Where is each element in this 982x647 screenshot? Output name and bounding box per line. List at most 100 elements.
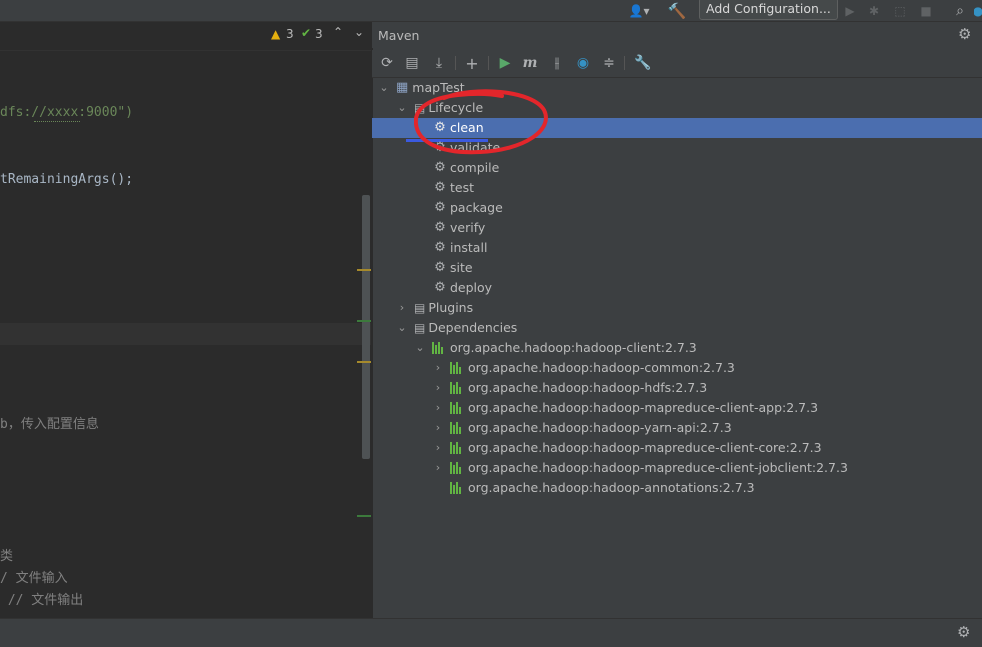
caret-line-highlight (0, 323, 371, 345)
build-hammer-icon[interactable]: 🔨 (666, 0, 688, 21)
dependency-label: org.apache.hadoop:hadoop-mapreduce-clien… (468, 460, 848, 475)
warning-marker[interactable] (357, 361, 371, 363)
dependency-node[interactable]: › org.apache.hadoop:hadoop-mapreduce-clie… (432, 438, 822, 458)
code-comment: / 文件输入 (0, 571, 68, 586)
wrench-icon[interactable]: 🔧 (632, 50, 654, 76)
chevron-down-icon[interactable]: ⌄ (378, 78, 390, 98)
debug-icon[interactable]: ✱ (864, 0, 884, 21)
check-icon[interactable]: ✔ (301, 26, 311, 40)
dependency-node[interactable]: › org.apache.hadoop:hadoop-hdfs:2.7.3 (432, 378, 707, 398)
lifecycle-item-verify[interactable]: ⚙ verify (432, 218, 485, 238)
dependency-label: org.apache.hadoop:hadoop-mapreduce-clien… (468, 440, 822, 455)
add-maven-project-icon[interactable]: ▤ (401, 50, 423, 76)
change-marker[interactable] (357, 320, 371, 322)
settings-gear-icon[interactable]: ⚙ (958, 25, 971, 43)
lifecycle-item-label: install (450, 240, 488, 255)
lifecycle-item-deploy[interactable]: ⚙ deploy (432, 278, 492, 298)
top-toolbar: 👤▾ 🔨 Add Configuration... ▶ ✱ ⬚ ■ ⌕ ● (0, 0, 982, 22)
next-highlight-icon[interactable]: ⌄ (354, 25, 364, 39)
lifecycle-item-install[interactable]: ⚙ install (432, 238, 487, 258)
search-icon[interactable]: ⌕ (950, 0, 970, 21)
change-marker[interactable] (357, 515, 371, 517)
typo-underline (34, 120, 80, 122)
dependency-icon (450, 442, 464, 454)
add-configuration-button[interactable]: Add Configuration... (699, 0, 838, 20)
reload-icon[interactable]: ⟳ (376, 50, 398, 76)
code-comment: // 文件输出 (0, 593, 84, 608)
lifecycle-item-label: verify (450, 220, 486, 235)
chevron-right-icon[interactable]: › (396, 298, 408, 318)
toolbar-divider (488, 56, 489, 70)
chevron-down-icon[interactable]: ⌄ (414, 338, 426, 358)
gear-icon: ⚙ (434, 280, 446, 295)
lifecycle-item-label: package (450, 200, 503, 215)
dependency-node[interactable]: org.apache.hadoop:hadoop-annotations:2.7… (432, 478, 755, 498)
dependency-label: org.apache.hadoop:hadoop-hdfs:2.7.3 (468, 380, 708, 395)
dependency-icon (450, 382, 464, 394)
code-comment: b，传入配置信息 (0, 417, 99, 432)
chevron-right-icon[interactable]: › (432, 378, 444, 398)
warning-icon[interactable]: ▲ (271, 27, 280, 41)
dependency-node[interactable]: › org.apache.hadoop:hadoop-yarn-api:2.7.3 (432, 418, 732, 438)
code-text: tRemainingArgs(); (0, 172, 134, 187)
toolbar-divider (455, 56, 456, 70)
execute-maven-goal-icon[interactable]: m (519, 50, 541, 76)
dependencies-folder-icon: ▤ (414, 321, 426, 335)
lifecycle-item-compile[interactable]: ⚙ compile (432, 158, 499, 178)
stop-icon[interactable]: ■ (916, 0, 936, 21)
dependency-icon (450, 402, 464, 414)
previous-highlight-icon[interactable]: ⌃ (333, 25, 343, 39)
updates-icon[interactable]: ● (974, 0, 982, 21)
dependency-node[interactable]: › org.apache.hadoop:hadoop-mapreduce-clie… (432, 398, 818, 418)
plus-icon[interactable]: + (461, 50, 483, 76)
lifecycle-item-package[interactable]: ⚙ package (432, 198, 503, 218)
chevron-right-icon[interactable]: › (432, 398, 444, 418)
download-sources-icon[interactable]: ⤓ (428, 50, 450, 76)
dependency-icon (450, 362, 464, 374)
toolbar-divider (624, 56, 625, 70)
status-bar: ⚙ (0, 618, 982, 647)
gear-icon: ⚙ (434, 220, 446, 235)
collapse-all-icon[interactable]: ≑ (598, 50, 620, 76)
dependency-icon (450, 422, 464, 434)
tree-node-dependencies[interactable]: ⌄ ▤ Dependencies (396, 318, 517, 338)
status-settings-gear-icon[interactable]: ⚙ (957, 623, 970, 641)
dependency-icon (432, 342, 446, 354)
dependency-node[interactable]: › org.apache.hadoop:hadoop-common:2.7.3 (432, 358, 735, 378)
dependency-label: org.apache.hadoop:hadoop-common:2.7.3 (468, 360, 735, 375)
gear-icon: ⚙ (434, 240, 446, 255)
dependency-node[interactable]: › org.apache.hadoop:hadoop-mapreduce-clie… (432, 458, 848, 478)
lifecycle-item-label: site (450, 260, 473, 275)
run-icon[interactable]: ▶ (840, 0, 860, 21)
skip-tests-icon[interactable]: ◉ (572, 50, 594, 76)
gear-icon: ⚙ (434, 200, 446, 215)
profile-icon[interactable]: ⬚ (890, 0, 910, 21)
dependency-label: org.apache.hadoop:hadoop-mapreduce-clien… (468, 400, 819, 415)
check-count: 3 (315, 27, 323, 41)
user-account-icon[interactable]: 👤▾ (624, 0, 654, 21)
dependency-node[interactable]: ⌄ org.apache.hadoop:hadoop-client:2.7.3 (414, 338, 697, 358)
dependency-label: org.apache.hadoop:hadoop-client:2.7.3 (450, 340, 697, 355)
lifecycle-item-label: test (450, 180, 475, 195)
chevron-right-icon[interactable]: › (432, 438, 444, 458)
gear-icon: ⚙ (434, 260, 446, 275)
chevron-right-icon[interactable]: › (432, 358, 444, 378)
dependencies-label: Dependencies (428, 320, 518, 335)
lifecycle-item-site[interactable]: ⚙ site (432, 258, 473, 278)
chevron-down-icon[interactable]: ⌄ (396, 98, 408, 118)
tree-node-plugins[interactable]: › ▤ Plugins (396, 298, 473, 318)
chevron-right-icon[interactable]: › (432, 458, 444, 478)
lifecycle-item-label: deploy (450, 280, 493, 295)
toggle-offline-icon[interactable]: ⫲ (546, 50, 568, 76)
lifecycle-item-test[interactable]: ⚙ test (432, 178, 474, 198)
dependency-icon (450, 482, 464, 494)
run-maven-build-icon[interactable]: ▶ (494, 50, 516, 76)
plugins-label: Plugins (428, 300, 474, 315)
chevron-right-icon[interactable]: › (432, 418, 444, 438)
dependency-label: org.apache.hadoop:hadoop-annotations:2.7… (468, 480, 755, 495)
chevron-down-icon[interactable]: ⌄ (396, 318, 408, 338)
gear-icon: ⚙ (434, 180, 446, 195)
warning-marker[interactable] (357, 269, 371, 271)
dependency-icon (450, 462, 464, 474)
editor-scrollbar[interactable] (362, 195, 370, 459)
